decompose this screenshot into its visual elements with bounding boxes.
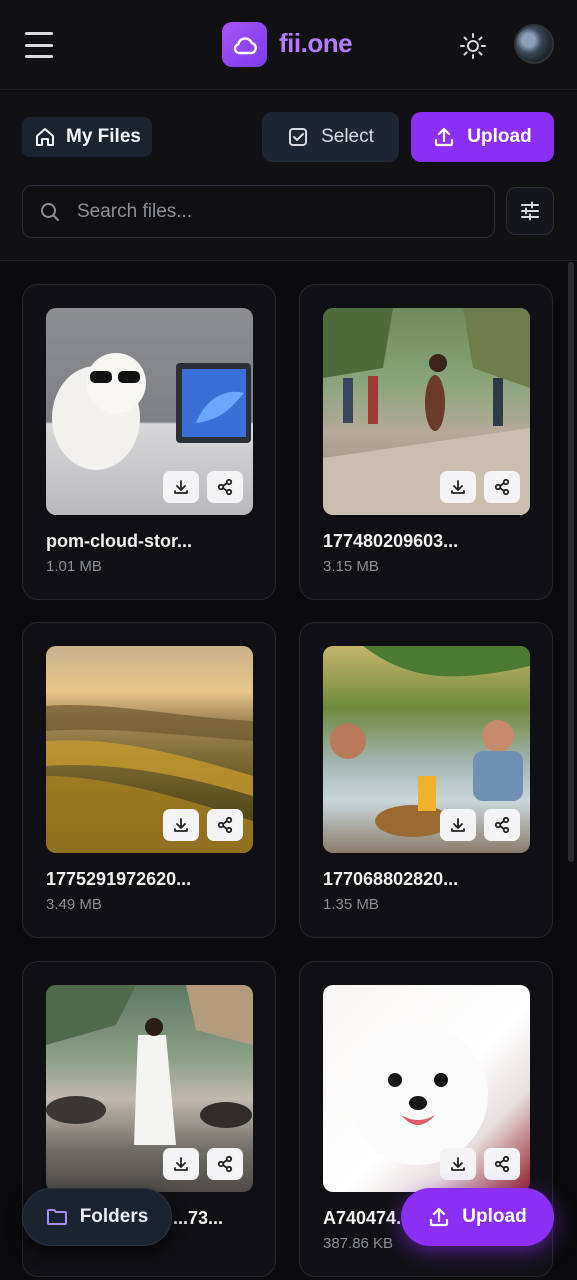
upload-icon: [430, 1207, 449, 1227]
filter-sliders-icon[interactable]: [506, 187, 554, 235]
search-icon: [41, 202, 59, 221]
select-button[interactable]: Select: [262, 112, 399, 162]
file-thumbnail[interactable]: [323, 646, 530, 853]
upload-icon: [435, 127, 454, 147]
app-header: fii.one: [0, 0, 577, 90]
file-name: 177480209603...: [323, 531, 459, 551]
folder-icon: [46, 1209, 67, 1225]
file-thumbnail[interactable]: [323, 308, 530, 515]
file-size: 1.01 MB: [46, 558, 102, 575]
file-name: 177068802820...: [323, 869, 459, 889]
file-size: 3.49 MB: [46, 896, 102, 913]
share-icon[interactable]: [484, 1148, 520, 1180]
file-card[interactable]: 177480209603... 3.15 MB: [299, 284, 553, 600]
file-thumbnail[interactable]: [46, 985, 253, 1192]
download-icon[interactable]: [440, 1148, 476, 1180]
upload-button[interactable]: Upload: [411, 112, 554, 162]
search-bar: [22, 185, 495, 238]
breadcrumb-my-files[interactable]: My Files: [22, 117, 152, 157]
file-thumbnail[interactable]: [323, 985, 530, 1192]
share-icon[interactable]: [484, 471, 520, 503]
upload-label: Upload: [462, 1206, 527, 1227]
file-card[interactable]: pom-cloud-stor... 1.01 MB: [22, 284, 276, 600]
breadcrumb-label: My Files: [66, 126, 141, 147]
file-size: 3.15 MB: [323, 558, 379, 575]
search-input[interactable]: [77, 200, 457, 223]
toolbar: My Files Select Upload: [0, 91, 577, 261]
file-name: A740474...: [323, 1208, 412, 1228]
file-card[interactable]: 1775291972620... 3.49 MB: [22, 622, 276, 938]
share-icon[interactable]: [207, 809, 243, 841]
select-label: Select: [321, 126, 374, 147]
brand-name[interactable]: fii.one: [279, 28, 353, 59]
home-icon: [36, 128, 54, 146]
menu-icon[interactable]: [22, 28, 56, 62]
upload-label: Upload: [467, 126, 532, 147]
sun-icon[interactable]: [455, 28, 491, 64]
file-name: 1775291972620...: [46, 869, 192, 889]
download-icon[interactable]: [440, 471, 476, 503]
download-icon[interactable]: [163, 1148, 199, 1180]
avatar[interactable]: [514, 24, 554, 64]
share-icon[interactable]: [207, 1148, 243, 1180]
floating-upload-button[interactable]: Upload: [401, 1188, 554, 1246]
file-size: 1.35 MB: [323, 896, 379, 913]
checkbox-icon: [289, 128, 308, 146]
download-icon[interactable]: [440, 809, 476, 841]
file-name: ...73...: [173, 1208, 224, 1228]
cloud-logo-icon[interactable]: [222, 22, 267, 67]
file-name: pom-cloud-stor...: [46, 531, 192, 551]
file-thumbnail[interactable]: [46, 308, 253, 515]
folders-button[interactable]: Folders: [22, 1188, 172, 1246]
file-size: 387.86 KB: [323, 1235, 394, 1252]
file-thumbnail[interactable]: [46, 646, 253, 853]
file-card[interactable]: 177068802820... 1.35 MB: [299, 622, 553, 938]
download-icon[interactable]: [163, 471, 199, 503]
scrollbar[interactable]: [568, 262, 574, 862]
download-icon[interactable]: [163, 809, 199, 841]
share-icon[interactable]: [484, 809, 520, 841]
folders-label: Folders: [79, 1206, 149, 1227]
share-icon[interactable]: [207, 471, 243, 503]
